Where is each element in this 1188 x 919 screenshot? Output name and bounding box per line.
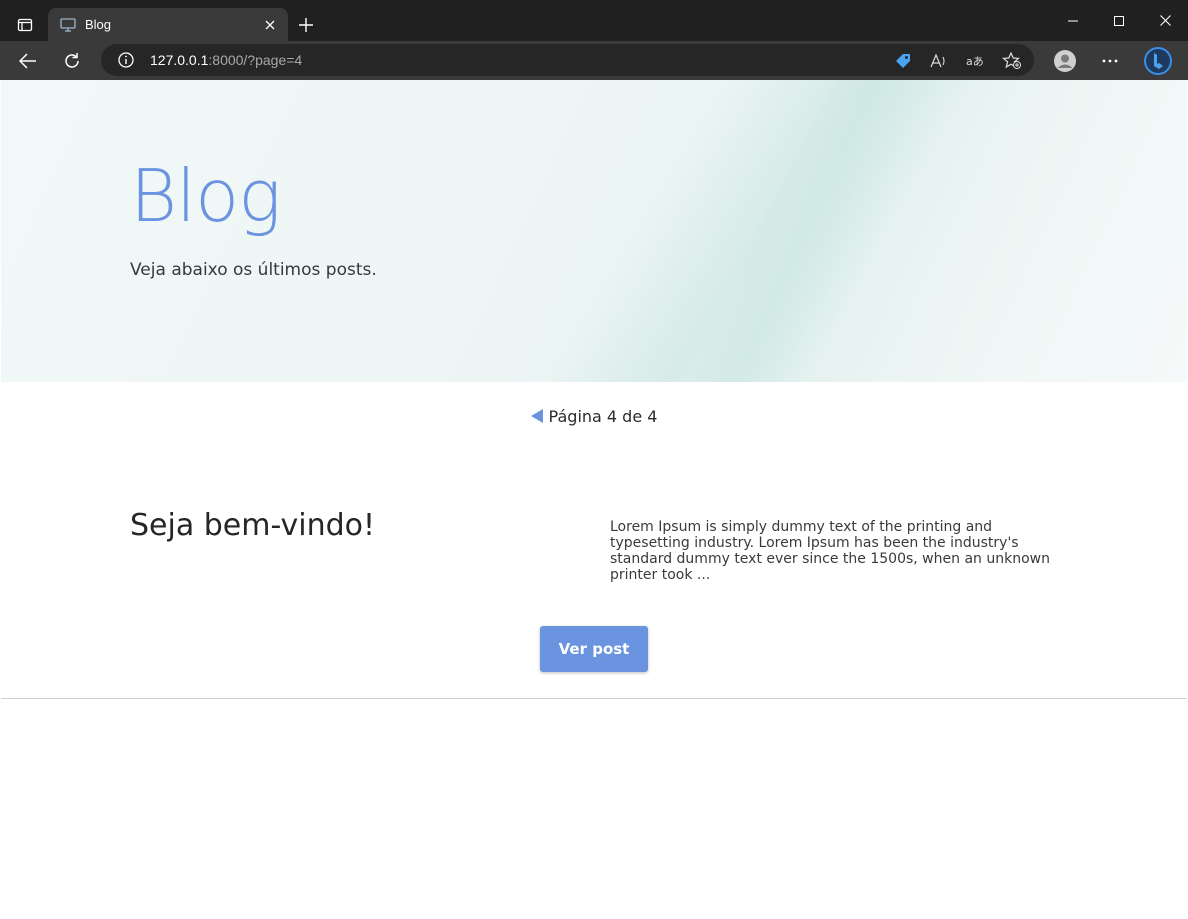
window-controls xyxy=(1050,0,1188,41)
url-text[interactable]: 127.0.0.1:8000/?page=4 xyxy=(150,44,302,76)
tab-title: Blog xyxy=(85,17,112,32)
translate-icon[interactable]: aあ xyxy=(965,51,985,71)
browser-tab[interactable]: Blog xyxy=(48,8,288,41)
post-excerpt: Lorem Ipsum is simply dummy text of the … xyxy=(610,519,1050,583)
tab-actions-icon[interactable] xyxy=(6,8,44,42)
hero-banner: Blog Veja abaixo os últimos posts. xyxy=(1,80,1187,382)
minimize-icon[interactable] xyxy=(1050,0,1096,41)
page-viewport: Blog Veja abaixo os últimos posts. Págin… xyxy=(1,80,1187,918)
page-title: Blog xyxy=(130,154,281,238)
pagination-text: Página 4 de 4 xyxy=(548,407,658,426)
url-host: 127.0.0.1 xyxy=(150,52,209,68)
divider xyxy=(1,698,1187,699)
star-add-icon[interactable] xyxy=(1002,51,1022,71)
bing-icon[interactable] xyxy=(1142,45,1174,77)
browser-toolbar: 127.0.0.1:8000/?page=4 aあ xyxy=(0,41,1188,80)
page-subtitle: Veja abaixo os últimos posts. xyxy=(130,260,377,280)
address-bar[interactable]: 127.0.0.1:8000/?page=4 aあ xyxy=(101,44,1034,76)
close-icon[interactable] xyxy=(260,15,280,35)
close-window-icon[interactable] xyxy=(1142,0,1188,41)
tag-icon[interactable] xyxy=(893,51,913,71)
info-icon[interactable] xyxy=(117,51,135,69)
ellipsis-icon[interactable] xyxy=(1094,45,1126,77)
maximize-icon[interactable] xyxy=(1096,0,1142,41)
back-arrow-icon[interactable] xyxy=(12,45,44,77)
avatar-icon[interactable] xyxy=(1049,45,1081,77)
refresh-icon[interactable] xyxy=(56,45,88,77)
plus-icon[interactable] xyxy=(293,12,319,38)
read-aloud-icon[interactable] xyxy=(929,51,949,71)
pagination: Página 4 de 4 xyxy=(1,407,1187,426)
svg-text:aあ: aあ xyxy=(966,55,984,68)
previous-page-icon[interactable] xyxy=(530,409,543,423)
browser-titlebar: Blog xyxy=(0,0,1188,41)
monitor-icon xyxy=(59,16,77,34)
view-post-button[interactable]: Ver post xyxy=(540,626,648,672)
post-title: Seja bem-vindo! xyxy=(130,508,376,543)
hero-decoration xyxy=(477,80,1025,382)
url-path: :8000/?page=4 xyxy=(208,52,303,68)
